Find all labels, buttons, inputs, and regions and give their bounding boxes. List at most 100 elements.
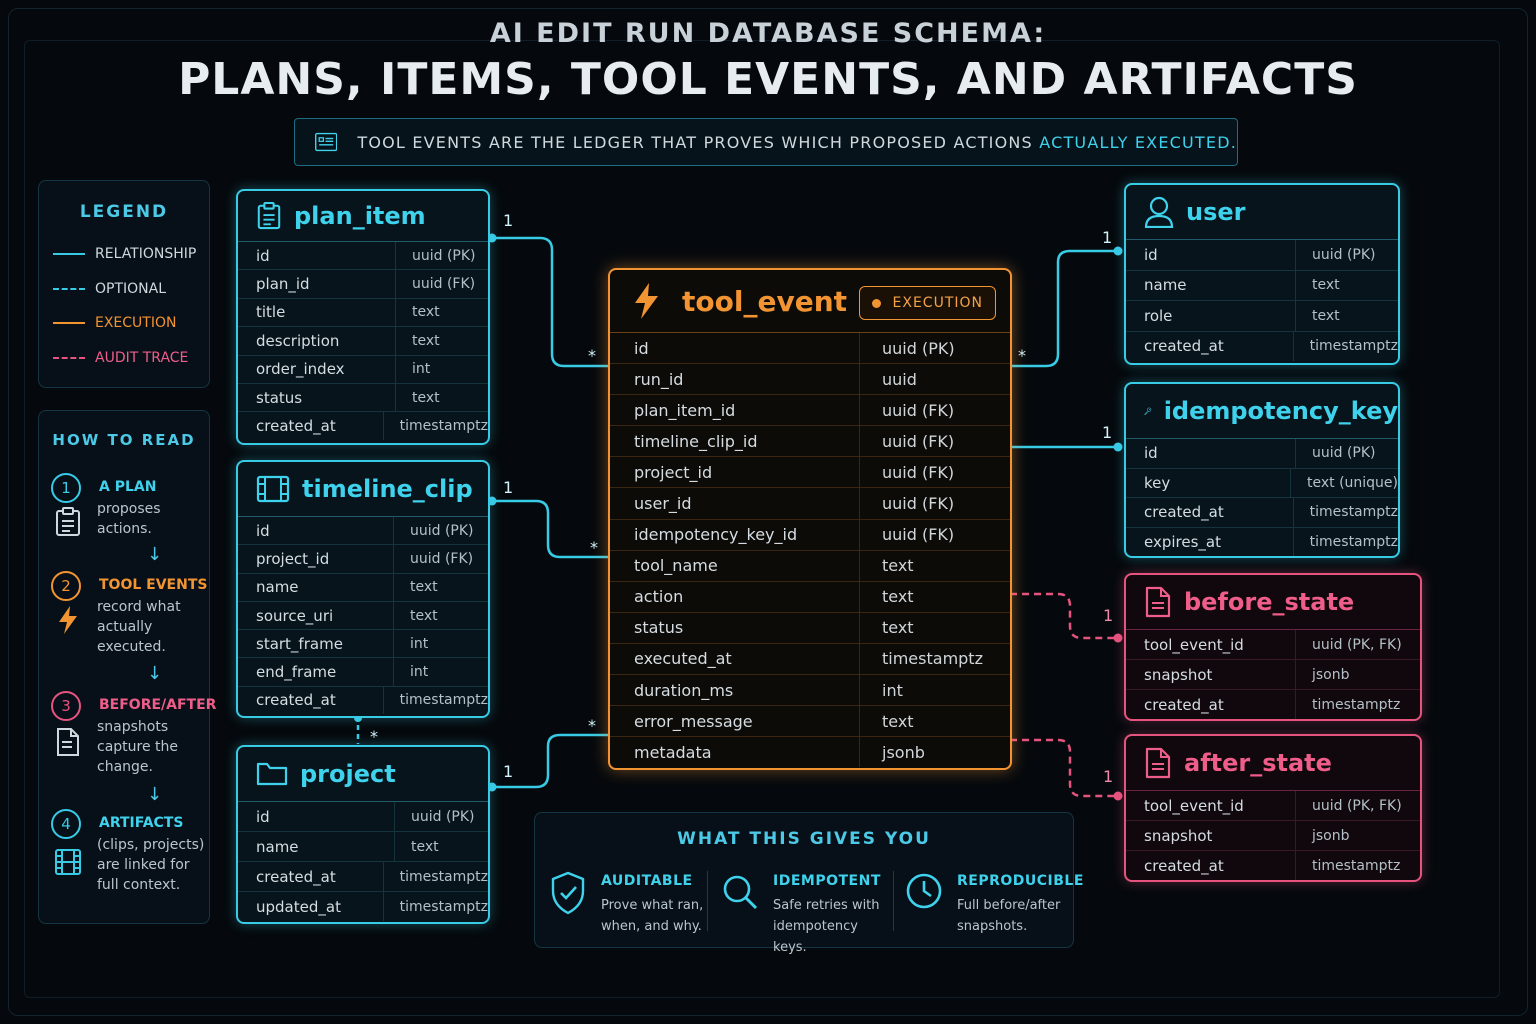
- table-name: user: [1186, 198, 1246, 226]
- table-row[interactable]: created_at timestamptz: [238, 862, 488, 892]
- table-row[interactable]: id uuid (PK): [1126, 240, 1398, 271]
- table-row[interactable]: name text: [238, 832, 488, 862]
- table-row[interactable]: expires_at timestamptz: [1126, 527, 1398, 556]
- table-row[interactable]: tool_event_id uuid (PK, FK): [1126, 630, 1420, 660]
- table-row[interactable]: title text: [238, 298, 488, 328]
- column-name: snapshot: [1126, 821, 1296, 850]
- table-row[interactable]: snapshot jsonb: [1126, 821, 1420, 851]
- table-user[interactable]: user id uuid (PK) name text role text created_…: [1124, 183, 1400, 365]
- table-row[interactable]: start_frame int: [238, 630, 488, 659]
- table-row[interactable]: id uuid (PK): [238, 517, 488, 546]
- column-type: uuid (PK): [1312, 445, 1376, 462]
- column-name: id: [1126, 240, 1296, 270]
- table-row[interactable]: run_id uuid: [610, 364, 1010, 396]
- column-name: description: [238, 327, 396, 355]
- page-title: PLANS, ITEMS, TOOL EVENTS, AND ARTIFACTS: [178, 54, 1358, 105]
- table-row[interactable]: order_index int: [238, 355, 488, 384]
- column-type: timestamptz: [1309, 533, 1398, 550]
- table-row[interactable]: plan_id uuid (FK): [238, 270, 488, 299]
- table-row[interactable]: name text: [238, 573, 488, 602]
- table-header: idempotency_key: [1126, 384, 1398, 439]
- table-row[interactable]: id uuid (PK): [1126, 439, 1398, 469]
- legend-item-relationship: RELATIONSHIP: [53, 244, 196, 264]
- table-row[interactable]: plan_item_id uuid (FK): [610, 395, 1010, 427]
- clipboard-icon: [257, 201, 281, 230]
- table-name: tool_event: [682, 284, 848, 318]
- lightning-icon: [635, 283, 658, 319]
- column-name: created_at: [238, 412, 384, 440]
- table-row[interactable]: created_at timestamptz: [1126, 331, 1398, 361]
- table-row[interactable]: executed_at timestamptz: [610, 643, 1010, 676]
- table-header: after_state: [1126, 736, 1420, 791]
- column-name: id: [610, 333, 860, 364]
- lightning-icon: [59, 606, 77, 634]
- table-row[interactable]: idempotency_key_id uuid (FK): [610, 519, 1010, 551]
- cardinality-after-one: 1: [1103, 767, 1114, 786]
- table-row[interactable]: source_uri text: [238, 601, 488, 631]
- benefits-title: WHAT THIS GIVES YOU: [677, 829, 931, 849]
- column-type: uuid (FK): [882, 462, 955, 482]
- column-name: title: [238, 298, 396, 327]
- table-name: project: [300, 760, 396, 788]
- table-row[interactable]: created_at timestamptz: [238, 412, 488, 440]
- column-type: text: [410, 607, 438, 624]
- table-row[interactable]: action text: [610, 581, 1010, 613]
- table-plan-item[interactable]: plan_item id uuid (PK) plan_id uuid (FK) tit…: [236, 189, 490, 445]
- column-type: timestamptz: [399, 868, 488, 885]
- table-row[interactable]: duration_ms int: [610, 675, 1010, 707]
- table-project[interactable]: project id uuid (PK) name text created_at tim…: [236, 745, 490, 924]
- table-row[interactable]: error_message text: [610, 706, 1010, 738]
- cardinality-project-one: 1: [503, 762, 514, 781]
- column-name: id: [238, 242, 396, 270]
- table-row[interactable]: updated_at timestamptz: [238, 892, 488, 921]
- table-row[interactable]: project_id uuid (FK): [610, 457, 1010, 489]
- step-2: 2 TOOL EVENTS record what actually execu…: [51, 571, 211, 661]
- table-row[interactable]: description text: [238, 327, 488, 356]
- table-row[interactable]: id uuid (PK): [238, 802, 488, 832]
- column-name: expires_at: [1126, 527, 1294, 556]
- table-idempotency-key[interactable]: idempotency_key id uuid (PK) key text (uniq…: [1124, 382, 1400, 558]
- cardinality-clip-project-many: *: [370, 727, 378, 746]
- table-row[interactable]: id uuid (PK): [238, 242, 488, 271]
- table-row[interactable]: key text (unique): [1126, 468, 1398, 498]
- table-row[interactable]: role text: [1126, 301, 1398, 332]
- table-header: before_state: [1126, 575, 1420, 630]
- column-type: int: [410, 664, 429, 681]
- table-row[interactable]: user_id uuid (FK): [610, 488, 1010, 520]
- table-before-state[interactable]: before_state tool_event_id uuid (PK, FK) s…: [1124, 573, 1422, 721]
- table-after-state[interactable]: after_state tool_event_id uuid (PK, FK) sn…: [1124, 734, 1422, 882]
- table-row[interactable]: snapshot jsonb: [1126, 660, 1420, 690]
- column-type: timestamptz: [882, 649, 983, 669]
- table-header: plan_item: [238, 191, 488, 242]
- table-row[interactable]: created_at timestamptz: [1126, 690, 1420, 719]
- table-row[interactable]: project_id uuid (FK): [238, 545, 488, 574]
- table-row[interactable]: id uuid (PK): [610, 333, 1010, 365]
- table-row[interactable]: metadata jsonb: [610, 737, 1010, 768]
- cardinality-clip-one: 1: [503, 478, 514, 497]
- column-name: start_frame: [238, 630, 394, 658]
- table-timeline-clip[interactable]: timeline_clip id uuid (PK) project_id uuid …: [236, 460, 490, 718]
- column-type: uuid (FK): [882, 431, 955, 451]
- table-row[interactable]: created_at timestamptz: [1126, 498, 1398, 528]
- benefit-auditable: AUDITABLE Prove what ran, when, and why.: [535, 871, 711, 935]
- benefits-card: WHAT THIS GIVES YOU AUDITABLE Prove what…: [534, 812, 1083, 955]
- table-row[interactable]: timeline_clip_id uuid (FK): [610, 426, 1010, 458]
- clipboard-icon: [56, 507, 80, 536]
- column-name: created_at: [1126, 851, 1296, 880]
- column-type: text: [412, 389, 440, 406]
- column-type: uuid: [882, 369, 917, 389]
- table-row[interactable]: end_frame int: [238, 658, 488, 687]
- table-tool-event[interactable]: tool_event EXECUTION id uuid (PK) run_id uu…: [608, 268, 1012, 770]
- cardinality-before-one: 1: [1103, 606, 1114, 625]
- table-row[interactable]: status text: [238, 383, 488, 413]
- table-row[interactable]: created_at timestamptz: [1126, 851, 1420, 880]
- table-row[interactable]: created_at timestamptz: [238, 686, 488, 715]
- column-type: int: [882, 680, 903, 700]
- column-type: text: [1312, 307, 1340, 324]
- table-row[interactable]: name text: [1126, 270, 1398, 301]
- table-row[interactable]: status text: [610, 612, 1010, 644]
- table-header: project: [238, 747, 488, 802]
- table-row[interactable]: tool_name text: [610, 550, 1010, 582]
- column-type: text: [411, 838, 439, 855]
- table-row[interactable]: tool_event_id uuid (PK, FK): [1126, 791, 1420, 821]
